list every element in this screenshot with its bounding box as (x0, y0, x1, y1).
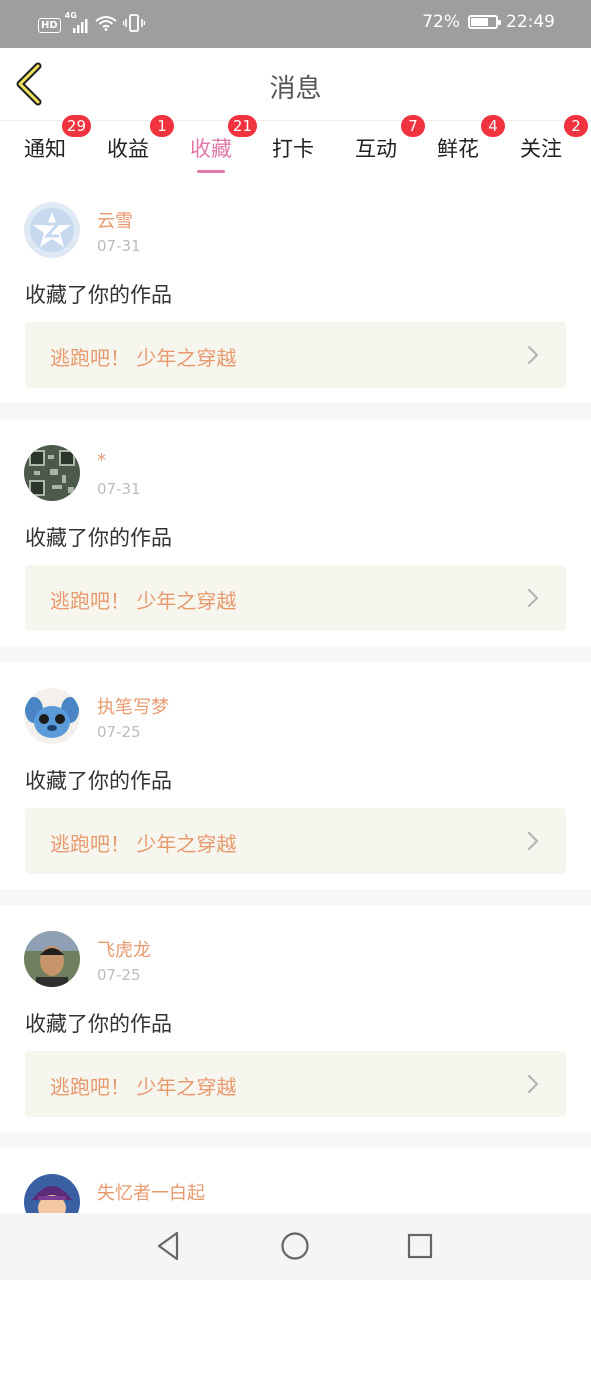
tab-checkin[interactable]: 打卡 (272, 133, 314, 163)
divider (0, 646, 591, 662)
chevron-right-icon (527, 588, 539, 608)
tab-notifications[interactable]: 通知 29 (24, 115, 91, 163)
work-title: 逃跑吧！ 少年之穿越 (50, 1075, 237, 1099)
tab-label: 鲜花 (437, 137, 479, 161)
recents-square-icon[interactable] (403, 1229, 437, 1263)
tab-label: 收藏 (190, 137, 232, 161)
battery-icon (468, 15, 501, 29)
work-card[interactable]: 逃跑吧！ 少年之穿越 (25, 1051, 566, 1117)
tab-badge: 2 (564, 115, 588, 137)
list-item: * 07-31 收藏了你的作品 逃跑吧！ 少年之穿越 (0, 419, 591, 646)
tab-badge: 4 (481, 115, 505, 137)
avatar[interactable] (24, 202, 80, 258)
work-title: 逃跑吧！ 少年之穿越 (50, 346, 237, 370)
avatar[interactable] (24, 931, 80, 987)
wifi-icon (95, 15, 117, 35)
message-date: 07-31 (97, 237, 141, 255)
tab-badge: 29 (61, 115, 91, 137)
system-navigation-bar (0, 1213, 591, 1280)
message-text: 收藏了你的作品 (25, 769, 172, 793)
hd-indicator: HD (38, 17, 61, 33)
user-name[interactable]: 执笔写梦 (97, 693, 169, 719)
chevron-right-icon (527, 831, 539, 851)
list-item: 飞虎龙 07-25 收藏了你的作品 逃跑吧！ 少年之穿越 (0, 905, 591, 1132)
tab-badge: 21 (227, 115, 257, 137)
tab-interaction[interactable]: 互动 7 (355, 115, 425, 163)
message-date: 07-25 (97, 723, 141, 741)
home-circle-icon[interactable] (278, 1229, 312, 1263)
vibrate-icon (122, 14, 145, 36)
tab-bar: 通知 29 收益 1 收藏 21 打卡 互动 7 鲜花 4 关注 2 (0, 115, 591, 177)
divider (0, 889, 591, 905)
tab-follows[interactable]: 关注 2 (520, 115, 588, 163)
user-name[interactable]: * (97, 450, 106, 471)
list-item: 云雪 07-31 收藏了你的作品 逃跑吧！ 少年之穿越 (0, 176, 591, 403)
tab-badge: 1 (150, 115, 174, 137)
user-name[interactable]: 云雪 (97, 207, 133, 233)
work-card[interactable]: 逃跑吧！ 少年之穿越 (25, 565, 566, 631)
divider (0, 403, 591, 419)
user-name[interactable]: 飞虎龙 (97, 936, 151, 962)
tab-label: 收益 (107, 137, 149, 161)
avatar[interactable] (24, 445, 80, 501)
divider (0, 1132, 591, 1148)
network-type: 4G (64, 11, 77, 20)
work-card[interactable]: 逃跑吧！ 少年之穿越 (25, 322, 566, 388)
page-title: 消息 (269, 74, 322, 104)
user-name[interactable]: 失忆者一白起 (97, 1179, 205, 1205)
tab-label: 打卡 (272, 137, 314, 161)
avatar[interactable] (24, 688, 80, 744)
chevron-right-icon (527, 345, 539, 365)
tab-flowers[interactable]: 鲜花 4 (437, 115, 505, 163)
tab-badge: 7 (401, 115, 425, 137)
tab-earnings[interactable]: 收益 1 (107, 115, 174, 163)
status-bar: HD 4G 72% 22:49 (0, 0, 591, 48)
message-text: 收藏了你的作品 (25, 526, 172, 550)
signal-icon: 4G (65, 11, 89, 33)
tab-favorites[interactable]: 收藏 21 (190, 115, 257, 173)
list-item: 执笔写梦 07-25 收藏了你的作品 逃跑吧！ 少年之穿越 (0, 662, 591, 889)
tab-label: 关注 (520, 137, 562, 161)
message-list: 云雪 07-31 收藏了你的作品 逃跑吧！ 少年之穿越 * 07-31 收藏了你… (0, 176, 591, 1375)
message-text: 收藏了你的作品 (25, 283, 172, 307)
chevron-right-icon (527, 1074, 539, 1094)
active-tab-indicator (197, 170, 225, 173)
header: 消息 (0, 48, 591, 120)
battery-percent: 72% (422, 12, 460, 32)
work-title: 逃跑吧！ 少年之穿越 (50, 589, 237, 613)
tab-label: 互动 (355, 137, 397, 161)
message-text: 收藏了你的作品 (25, 1012, 172, 1036)
work-title: 逃跑吧！ 少年之穿越 (50, 832, 237, 856)
message-date: 07-31 (97, 480, 141, 498)
message-date: 07-25 (97, 966, 141, 984)
work-card[interactable]: 逃跑吧！ 少年之穿越 (25, 808, 566, 874)
clock: 22:49 (506, 12, 555, 32)
tab-label: 通知 (24, 137, 66, 161)
back-triangle-icon[interactable] (151, 1229, 185, 1263)
